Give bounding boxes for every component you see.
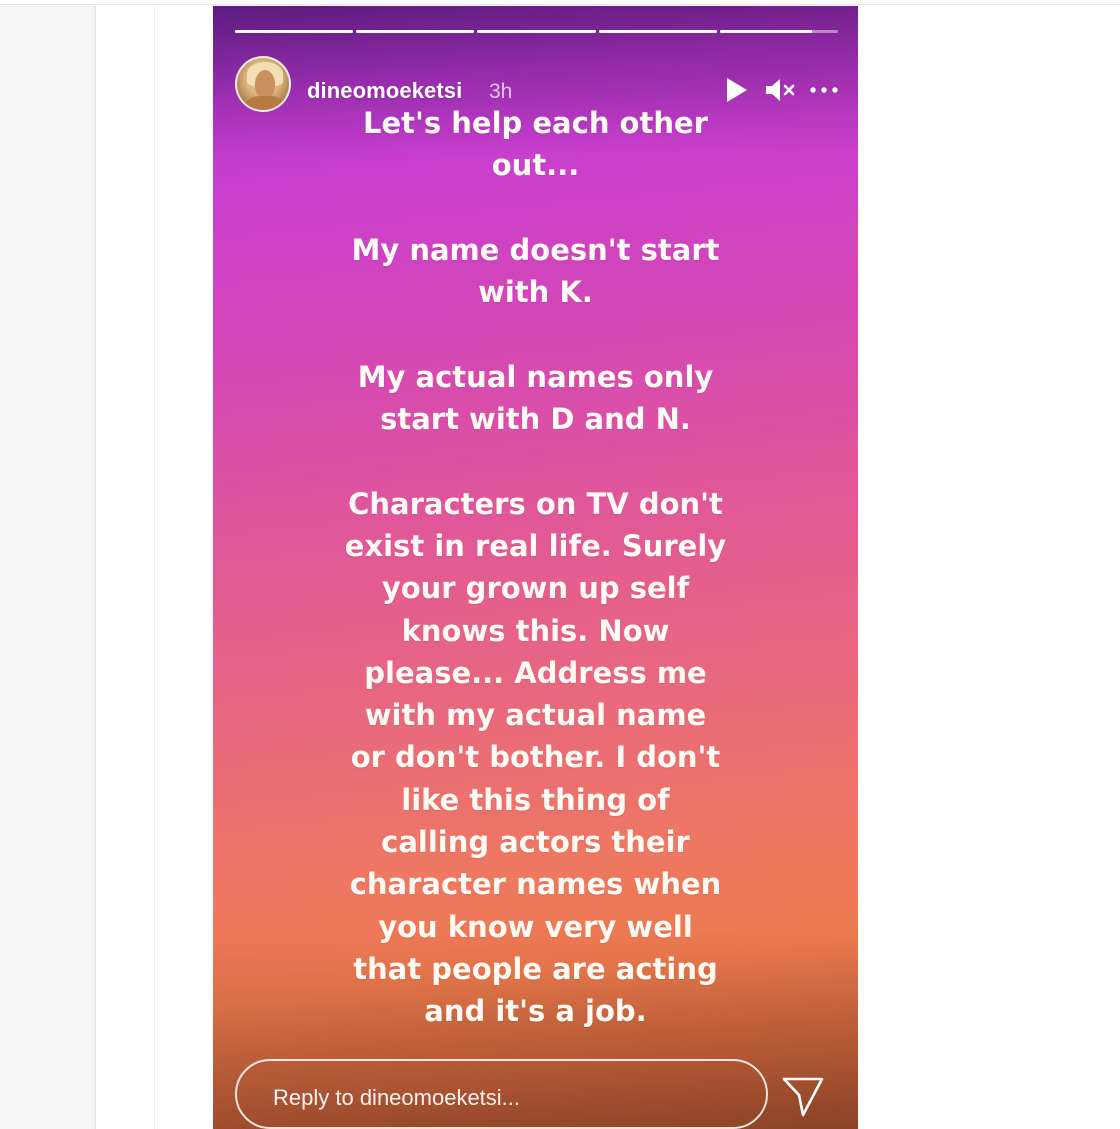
story-header: dineomoeketsi 3h [235, 54, 840, 114]
story-time-ago: 3h [489, 80, 513, 103]
play-button[interactable] [720, 76, 752, 104]
story-paragraph-3: My actual names only start with D and N. [357, 359, 714, 437]
story-paragraph-4: Characters on TV don't exist in real lif… [344, 486, 727, 1029]
progress-segment [477, 30, 596, 33]
muted-speaker-icon [766, 79, 795, 101]
send-button[interactable] [781, 1076, 825, 1118]
paper-plane-icon [782, 1077, 824, 1117]
avatar-face [255, 70, 275, 98]
progress-segment [356, 30, 475, 33]
story-viewer[interactable]: dineomoeketsi 3h Let's help each other o… [213, 6, 858, 1129]
play-icon [727, 78, 747, 102]
progress-segment-fill [719, 30, 812, 33]
story-text: Let's help each other out... My name doe… [213, 102, 858, 1033]
avatar-body [245, 96, 285, 110]
progress-segment-fill [598, 30, 717, 33]
story-controls [720, 76, 840, 104]
story-username[interactable]: dineomoeketsi [307, 78, 462, 104]
page: dineomoeketsi 3h Let's help each other o… [0, 0, 1120, 1129]
left-sidebar [0, 6, 96, 1129]
top-divider [0, 4, 1120, 5]
avatar[interactable] [235, 56, 291, 112]
progress-segment-fill [235, 30, 354, 33]
reply-box[interactable] [235, 1059, 768, 1129]
story-progress-bar [235, 30, 839, 33]
progress-segment-fill [356, 30, 475, 33]
story-paragraph-2: My name doesn't start with K. [351, 232, 720, 310]
more-options-icon [810, 87, 838, 93]
story-paragraph-1: Let's help each other out... [363, 106, 708, 183]
more-options-button[interactable] [808, 76, 840, 104]
progress-segment [598, 30, 717, 33]
progress-segment [235, 30, 354, 33]
column-divider [154, 6, 155, 1129]
progress-segment-fill [477, 30, 596, 33]
progress-segment [719, 30, 839, 33]
mute-button[interactable] [764, 76, 796, 104]
reply-input[interactable] [273, 1061, 723, 1127]
